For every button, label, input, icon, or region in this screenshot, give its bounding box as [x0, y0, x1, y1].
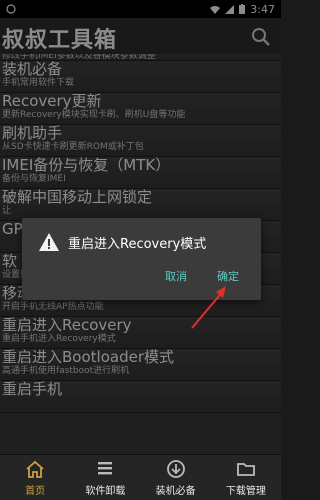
tab-essentials[interactable]: 装机必备 [141, 455, 211, 500]
tab-downloads[interactable]: 下载管理 [211, 455, 281, 500]
dialog-title: 重启进入Recovery模式 [68, 236, 207, 252]
tab-label: 下载管理 [225, 485, 266, 497]
download-icon [166, 459, 185, 478]
tab-label: 装机必备 [155, 485, 196, 497]
tab-home[interactable]: 首页 [0, 455, 70, 500]
confirm-button[interactable]: 确定 [217, 268, 239, 284]
annotation-arrow-icon [191, 286, 226, 329]
bottom-nav: 首页 软件卸载 装机必备 下载管理 [0, 455, 281, 500]
warning-icon [39, 233, 59, 251]
home-icon [26, 460, 44, 478]
folder-icon [236, 462, 255, 476]
tab-uninstall[interactable]: 软件卸载 [70, 455, 140, 500]
cancel-button[interactable]: 取消 [165, 268, 187, 284]
list-icon [98, 461, 113, 474]
tab-label: 首页 [25, 485, 46, 497]
tab-label: 软件卸载 [85, 485, 126, 497]
